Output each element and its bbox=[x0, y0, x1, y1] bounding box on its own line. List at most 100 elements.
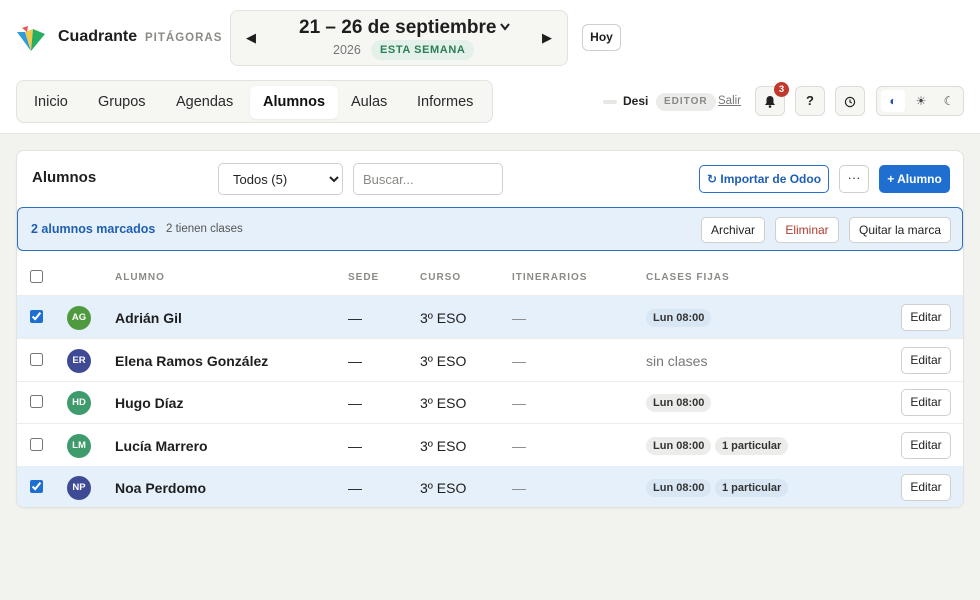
student-name: Adrián Gil bbox=[115, 310, 182, 326]
table-row: NP Noa Perdomo — 3º ESO — Lun 08:00 1 pa… bbox=[17, 466, 963, 507]
week-year: 2026 bbox=[333, 43, 361, 57]
row-checkbox[interactable] bbox=[30, 353, 43, 366]
selection-bar: 2 alumnos marcados 2 tienen clases Archi… bbox=[17, 207, 963, 251]
more-options-button[interactable]: ··· bbox=[839, 165, 869, 193]
column-header-sede: SEDE bbox=[348, 272, 380, 283]
search-input[interactable] bbox=[353, 163, 503, 195]
student-sede: — bbox=[348, 438, 362, 454]
logout-link[interactable]: Salir bbox=[718, 95, 741, 107]
archive-button[interactable]: Archivar bbox=[701, 217, 765, 243]
row-checkbox[interactable] bbox=[30, 310, 43, 323]
chevron-right-icon[interactable]: ▶ bbox=[537, 28, 557, 48]
student-name: Elena Ramos González bbox=[115, 353, 269, 369]
student-itinerarios: — bbox=[512, 310, 526, 326]
column-header-itinerarios: ITINERARIOS bbox=[512, 272, 588, 283]
help-button[interactable]: ? bbox=[795, 86, 825, 116]
student-itinerarios: — bbox=[512, 395, 526, 411]
main-nav: Inicio Grupos Agendas Alumnos Aulas Info… bbox=[16, 80, 493, 123]
column-header-curso: CURSO bbox=[420, 272, 462, 283]
student-curso: 3º ESO bbox=[420, 395, 467, 411]
column-header-clases-fijas: CLASES FIJAS bbox=[646, 272, 730, 283]
filter-select[interactable]: Todos (5) bbox=[218, 163, 343, 195]
row-checkbox[interactable] bbox=[30, 438, 43, 451]
table-row: AG Adrián Gil — 3º ESO — Lun 08:00 Edita… bbox=[17, 296, 963, 339]
user-status-indicator bbox=[603, 100, 617, 104]
select-all-checkbox[interactable] bbox=[30, 270, 43, 283]
tab-aulas[interactable]: Aulas bbox=[338, 86, 400, 119]
tab-grupos[interactable]: Grupos bbox=[85, 86, 159, 119]
week-range[interactable]: 21 – 26 de septiembre bbox=[299, 17, 497, 39]
current-week-badge: ESTA SEMANA bbox=[371, 40, 475, 60]
clock-icon bbox=[844, 96, 856, 107]
edit-button[interactable]: Editar bbox=[901, 432, 951, 459]
student-sede: — bbox=[348, 395, 362, 411]
delete-button[interactable]: Eliminar bbox=[775, 217, 839, 243]
add-student-button[interactable]: + Alumno bbox=[879, 165, 950, 193]
no-classes-text: sin clases bbox=[646, 353, 708, 369]
edit-button[interactable]: Editar bbox=[901, 347, 951, 374]
avatar: NP bbox=[67, 476, 91, 500]
table-row: HD Hugo Díaz — 3º ESO — Lun 08:00 Editar bbox=[17, 381, 963, 424]
contrast-icon[interactable]: ◐ bbox=[881, 90, 905, 112]
brand-name: Cuadrante bbox=[58, 28, 138, 45]
tab-inicio[interactable]: Inicio bbox=[21, 86, 81, 119]
chevron-left-icon[interactable]: ◀ bbox=[241, 28, 261, 48]
student-itinerarios: — bbox=[512, 438, 526, 454]
edit-button[interactable]: Editar bbox=[901, 304, 951, 331]
top-bar: Cuadrante PITÁGORAS ◀ 21 – 26 de septiem… bbox=[0, 0, 980, 134]
student-sede: — bbox=[348, 353, 362, 369]
organization-name: PITÁGORAS bbox=[145, 32, 223, 44]
edit-button[interactable]: Editar bbox=[901, 389, 951, 416]
unmark-button[interactable]: Quitar la marca bbox=[849, 217, 951, 243]
edit-button[interactable]: Editar bbox=[901, 474, 951, 501]
table-row: ER Elena Ramos González — 3º ESO — sin c… bbox=[17, 339, 963, 382]
moon-icon[interactable]: ☾ bbox=[937, 90, 961, 112]
theme-switcher: ◐ ☀ ☾ bbox=[876, 86, 964, 116]
private-class-chip: 1 particular bbox=[715, 479, 789, 497]
avatar: LM bbox=[67, 434, 91, 458]
student-name: Hugo Díaz bbox=[115, 395, 184, 411]
student-itinerarios: — bbox=[512, 353, 526, 369]
student-name: Lucía Marrero bbox=[115, 438, 208, 454]
bell-icon bbox=[765, 96, 775, 108]
student-sede: — bbox=[348, 310, 362, 326]
class-chip: Lun 08:00 bbox=[646, 309, 712, 327]
avatar: HD bbox=[67, 391, 91, 415]
column-header-alumno: ALUMNO bbox=[115, 272, 165, 283]
card-title: Alumnos bbox=[32, 169, 97, 186]
user-role-badge: EDITOR bbox=[656, 93, 716, 111]
row-checkbox[interactable] bbox=[30, 480, 43, 493]
student-curso: 3º ESO bbox=[420, 480, 467, 496]
class-chip: Lun 08:00 bbox=[646, 437, 712, 455]
avatar: AG bbox=[67, 306, 91, 330]
today-button[interactable]: Hoy bbox=[582, 24, 621, 51]
sun-icon[interactable]: ☀ bbox=[909, 90, 933, 112]
notification-count-badge: 3 bbox=[774, 82, 789, 97]
class-chip: Lun 08:00 bbox=[646, 479, 712, 497]
table-header: ALUMNO SEDE CURSO ITINERARIOS CLASES FIJ… bbox=[17, 251, 963, 296]
user-name: Desi bbox=[623, 94, 649, 108]
selection-count: 2 alumnos marcados bbox=[31, 222, 156, 236]
chevron-down-icon[interactable] bbox=[499, 21, 511, 35]
history-button[interactable] bbox=[835, 86, 865, 116]
student-sede: — bbox=[348, 480, 362, 496]
avatar: ER bbox=[67, 349, 91, 373]
students-card: Alumnos Todos (5) ↻ Importar de Odoo ···… bbox=[16, 150, 964, 508]
tab-alumnos[interactable]: Alumnos bbox=[250, 86, 339, 119]
class-chip: Lun 08:00 bbox=[646, 394, 712, 412]
selection-info: 2 tienen clases bbox=[166, 223, 243, 235]
private-class-chip: 1 particular bbox=[715, 437, 789, 455]
table-row: LM Lucía Marrero — 3º ESO — Lun 08:00 1 … bbox=[17, 424, 963, 467]
student-name: Noa Perdomo bbox=[115, 480, 207, 496]
row-checkbox[interactable] bbox=[30, 395, 43, 408]
student-itinerarios: — bbox=[512, 480, 526, 496]
student-curso: 3º ESO bbox=[420, 353, 467, 369]
tab-informes[interactable]: Informes bbox=[404, 86, 486, 119]
notifications-button[interactable]: 3 bbox=[755, 82, 789, 116]
student-curso: 3º ESO bbox=[420, 310, 467, 326]
logo-icon bbox=[17, 26, 45, 51]
student-curso: 3º ESO bbox=[420, 438, 467, 454]
week-selector: ◀ 21 – 26 de septiembre 2026 ESTA SEMANA… bbox=[230, 10, 568, 66]
import-odoo-button[interactable]: ↻ Importar de Odoo bbox=[699, 165, 829, 193]
tab-agendas[interactable]: Agendas bbox=[163, 86, 246, 119]
